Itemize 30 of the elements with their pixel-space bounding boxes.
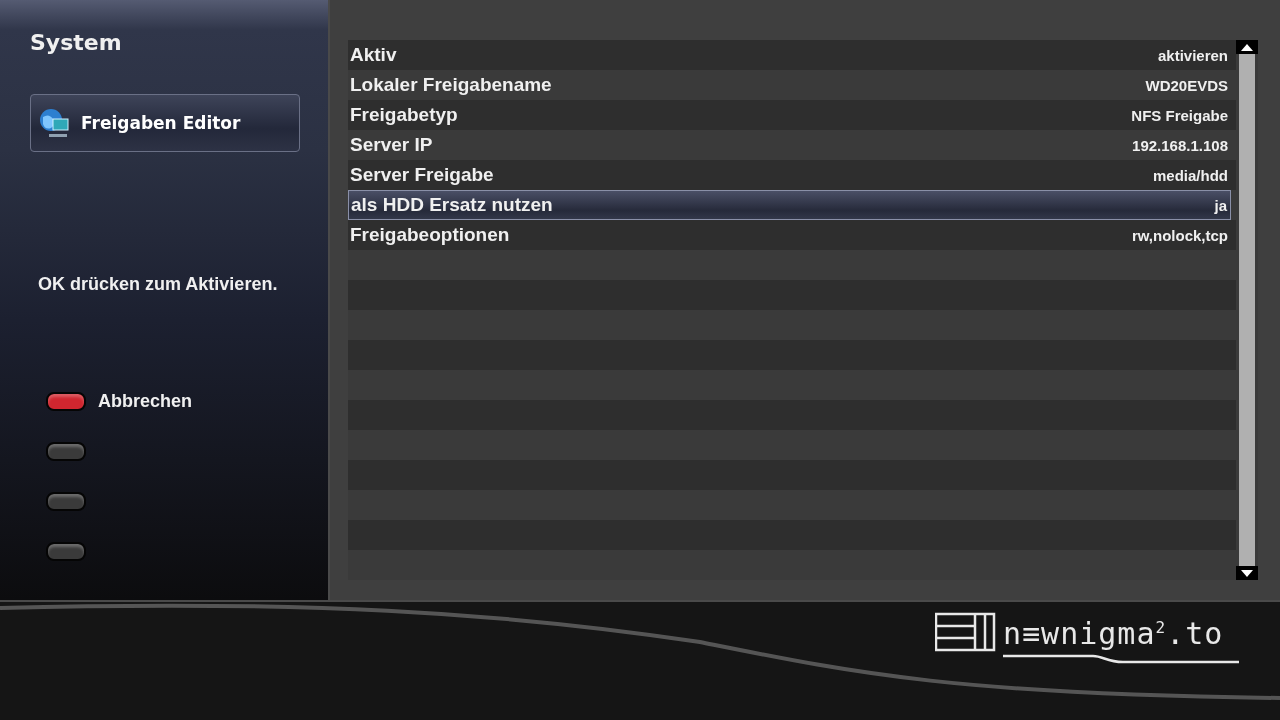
color-key-button[interactable] bbox=[46, 541, 86, 561]
logo-text: n≡wnigma$^{2}$.to bbox=[1003, 615, 1225, 650]
key-label: Abbrechen bbox=[98, 390, 193, 412]
logo-icon bbox=[935, 612, 997, 652]
network-globe-icon bbox=[39, 107, 71, 139]
setting-label: Freigabetyp bbox=[350, 104, 458, 126]
menu-item[interactable]: Freigaben Editor bbox=[30, 94, 300, 152]
hint-text: OK drücken zum Aktivieren. bbox=[38, 274, 278, 295]
setting-label: Lokaler Freigabename bbox=[350, 74, 552, 96]
setting-label: Server Freigabe bbox=[350, 164, 494, 186]
logo-underline-icon bbox=[1003, 654, 1239, 664]
setting-value: NFS Freigabe bbox=[1131, 106, 1228, 124]
setting-label: Server IP bbox=[350, 134, 433, 156]
setting-label: Freigabeoptionen bbox=[350, 224, 510, 246]
setting-value: media/hdd bbox=[1153, 166, 1228, 184]
screen-title: System bbox=[30, 30, 122, 55]
scroll-down-icon[interactable] bbox=[1241, 569, 1253, 577]
setting-value: ja bbox=[1214, 196, 1227, 214]
color-key-button[interactable] bbox=[46, 441, 86, 461]
setting-value: WD20EVDS bbox=[1145, 76, 1228, 94]
setting-label: als HDD Ersatz nutzen bbox=[351, 194, 553, 216]
setting-value: 192.168.1.108 bbox=[1132, 136, 1228, 154]
color-key-button[interactable] bbox=[46, 391, 86, 411]
scroll-up-icon[interactable] bbox=[1241, 43, 1253, 51]
setting-value: aktivieren bbox=[1157, 46, 1228, 64]
setting-value: rw,nolock,tcp bbox=[1131, 226, 1228, 244]
color-key-button[interactable] bbox=[46, 491, 86, 511]
setting-row[interactable]: als HDD Ersatz nutzen ja bbox=[348, 190, 1231, 220]
setting-label: Aktiv bbox=[350, 44, 397, 66]
scrollbar[interactable] bbox=[1236, 40, 1258, 580]
